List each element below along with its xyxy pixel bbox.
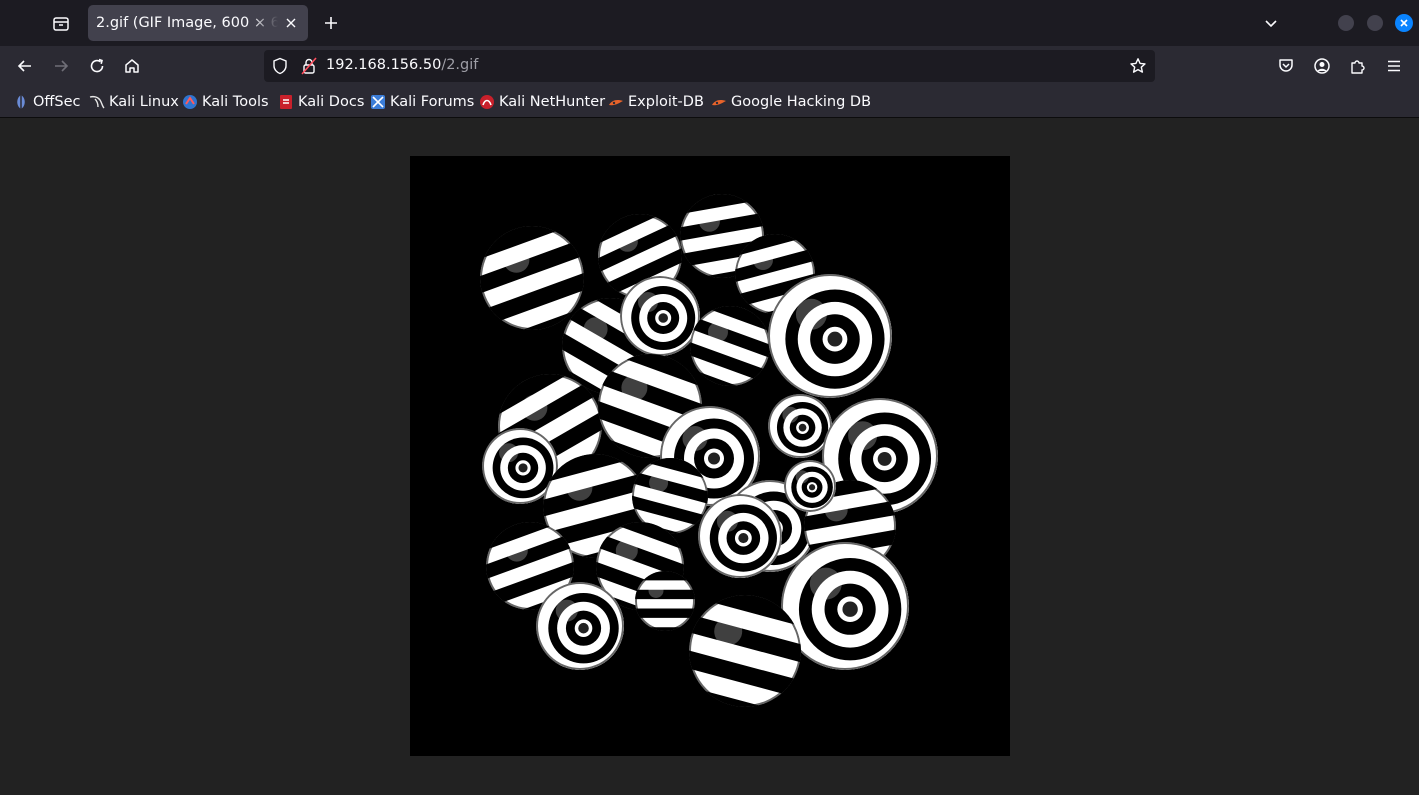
kali-dragon-icon xyxy=(89,95,105,109)
url-path: /2.gif xyxy=(441,57,479,73)
plus-icon xyxy=(325,17,337,29)
arrow-left-icon xyxy=(17,60,31,72)
nethunter-icon xyxy=(480,95,494,109)
bookmark-label: Exploit-DB xyxy=(628,94,704,110)
home-icon xyxy=(125,59,139,73)
account-icon xyxy=(1314,58,1330,74)
gif-image[interactable] xyxy=(410,156,1010,756)
bookmark-label: OffSec xyxy=(33,94,81,110)
star-icon xyxy=(1130,58,1146,73)
exploitdb-icon xyxy=(609,100,623,106)
url-host: 192.168.156.50 xyxy=(326,57,442,73)
reload-button[interactable] xyxy=(83,52,111,80)
hamburger-menu-icon xyxy=(1388,60,1400,72)
bookmark-exploit-db[interactable]: Exploit-DB xyxy=(608,92,704,112)
pocket-icon xyxy=(1279,59,1293,72)
exploitdb-icon xyxy=(712,100,726,106)
bookmark-label: Google Hacking DB xyxy=(731,94,872,110)
close-icon xyxy=(286,18,296,28)
offsec-icon xyxy=(17,95,25,109)
kali-forums-icon xyxy=(371,95,385,109)
pocket-button[interactable] xyxy=(1272,52,1300,80)
bookmark-star-button[interactable] xyxy=(1127,55,1149,77)
bookmark-offsec[interactable]: OffSec xyxy=(13,92,81,112)
bookmark-label: Kali Linux xyxy=(109,94,179,110)
url-text[interactable]: 192.168.156.50/2.gif xyxy=(326,57,478,73)
striped-spheres-image xyxy=(410,156,1010,756)
close-window-button[interactable] xyxy=(1395,14,1413,32)
bookmark-kali-nethunter[interactable]: Kali NetHunter xyxy=(479,92,605,112)
url-bar[interactable]: 192.168.156.50/2.gif xyxy=(264,50,1155,82)
bookmark-kali-linux[interactable]: Kali Linux xyxy=(89,92,179,112)
new-tab-button[interactable] xyxy=(320,12,342,34)
bookmark-kali-forums[interactable]: Kali Forums xyxy=(370,92,474,112)
kali-tools-icon xyxy=(183,95,197,109)
back-button[interactable] xyxy=(11,52,39,80)
account-button[interactable] xyxy=(1308,52,1336,80)
extensions-button[interactable] xyxy=(1344,52,1372,80)
home-button[interactable] xyxy=(118,52,146,80)
puzzle-icon xyxy=(1351,60,1365,74)
bookmarks-toolbar: OffSec Kali Linux Kali Tools Kali Docs K… xyxy=(0,86,1419,118)
tab-close-button[interactable] xyxy=(282,14,300,32)
firefox-view-icon xyxy=(53,17,69,31)
bookmark-kali-tools[interactable]: Kali Tools xyxy=(182,92,269,112)
minimize-window-button[interactable] xyxy=(1338,15,1354,31)
tab-strip: 2.gif (GIF Image, 600 × 600 pixels) xyxy=(0,0,1419,46)
bookmark-label: Kali NetHunter xyxy=(499,94,606,110)
list-all-tabs-button[interactable] xyxy=(1260,12,1282,34)
bookmark-label: Kali Tools xyxy=(202,94,269,110)
tab-active[interactable]: 2.gif (GIF Image, 600 × 600 pixels) xyxy=(88,5,308,41)
chevron-down-icon xyxy=(1265,20,1277,28)
reload-icon xyxy=(90,58,104,73)
page-content xyxy=(0,118,1419,795)
firefox-view-button[interactable] xyxy=(48,11,74,37)
navigation-toolbar: 192.168.156.50/2.gif xyxy=(0,46,1419,86)
tab-title: 2.gif (GIF Image, 600 × 600 pixels) xyxy=(96,15,278,31)
bookmark-kali-docs[interactable]: Kali Docs xyxy=(278,92,364,112)
bookmark-label: Kali Forums xyxy=(390,94,475,110)
arrow-right-icon xyxy=(55,60,69,72)
insecure-lock-icon[interactable] xyxy=(299,56,319,76)
bookmark-label: Kali Docs xyxy=(298,94,365,110)
forward-button[interactable] xyxy=(47,52,75,80)
maximize-window-button[interactable] xyxy=(1367,15,1383,31)
kali-docs-icon xyxy=(280,95,292,109)
bookmark-google-hacking-db[interactable]: Google Hacking DB xyxy=(711,92,871,112)
tracking-protection-shield-icon[interactable] xyxy=(270,56,290,76)
app-menu-button[interactable] xyxy=(1380,52,1408,80)
close-icon xyxy=(1400,19,1408,27)
